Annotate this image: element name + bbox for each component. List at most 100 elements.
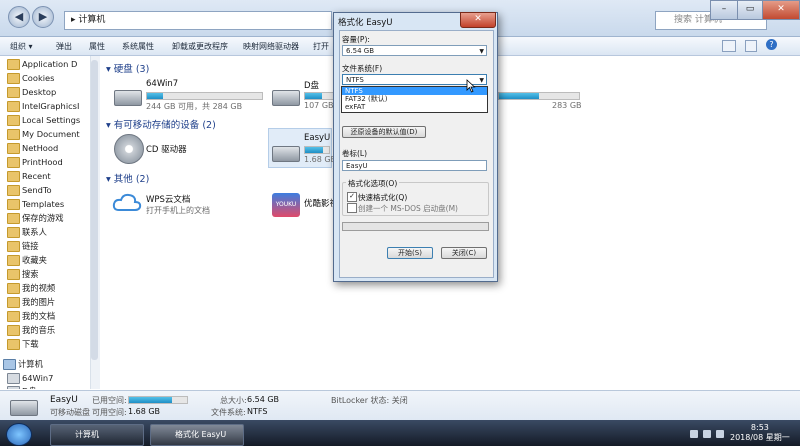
drive-usage-bar [498, 92, 580, 100]
drive-free-text: 244 GB 可用，共 284 GB [146, 102, 243, 111]
uninstall-program-button[interactable]: 卸载或更改程序 [172, 41, 228, 52]
close-button[interactable]: ✕ [762, 0, 800, 20]
nav-item[interactable]: 我的音乐 [7, 324, 55, 337]
nav-item[interactable]: IntelGraphicsI [7, 100, 79, 113]
nav-item[interactable]: 我的图片 [7, 296, 55, 309]
close-dialog-button[interactable]: 关闭(C) [441, 247, 487, 259]
folder-icon [7, 269, 20, 280]
drive-usage-fill [147, 93, 164, 99]
drive-name[interactable]: 64Win7 [146, 79, 178, 89]
network-icon[interactable] [703, 430, 711, 438]
nav-item-computer[interactable]: 计算机 [3, 358, 43, 371]
nav-item-drive[interactable]: 64Win7 [7, 372, 53, 385]
format-options-title: 格式化选项(O) [346, 178, 400, 189]
nav-item[interactable]: My Document [7, 128, 80, 141]
wps-sub: 打开手机上的文档 [146, 206, 210, 215]
folder-icon [7, 73, 20, 84]
nav-item[interactable]: 下载 [7, 338, 39, 351]
nav-item[interactable]: 保存的游戏 [7, 212, 64, 225]
nav-item[interactable]: 搜索 [7, 268, 39, 281]
nav-item[interactable]: 我的视频 [7, 282, 55, 295]
clock-time: 8:53 [750, 423, 769, 432]
address-bar[interactable]: ▸ 计算机 [64, 11, 332, 30]
volume-label-input[interactable]: EasyU [342, 160, 487, 171]
drive-icon [7, 386, 20, 389]
details-free-label: 可用空间: [92, 408, 127, 417]
details-usage-bar [128, 396, 188, 404]
dialog-close-button[interactable]: ✕ [460, 12, 496, 28]
folder-icon [7, 297, 20, 308]
drive-name[interactable]: CD 驱动器 [146, 143, 187, 155]
details-used-label: 已用空间: [92, 396, 127, 405]
open-button[interactable]: 打开 [313, 41, 329, 52]
fs-option-exfat[interactable]: exFAT [342, 103, 487, 111]
forward-arrow-icon[interactable]: ▶ [32, 6, 54, 28]
nav-item[interactable]: 联系人 [7, 226, 47, 239]
restore-defaults-button[interactable]: 还原设备的默认值(D) [342, 126, 426, 138]
filesystem-label: 文件系统(F) [342, 64, 383, 73]
taskbar-item-format[interactable]: 格式化 EasyU [150, 424, 244, 446]
nav-item[interactable]: Application D [7, 58, 77, 71]
volume-icon[interactable] [716, 430, 724, 438]
map-drive-button[interactable]: 映射网络驱动器 [243, 41, 299, 52]
nav-item[interactable]: Recent [7, 170, 51, 183]
drive-name[interactable]: D盘 [304, 79, 319, 91]
group-header-other[interactable]: ▾ 其他 (2) [106, 171, 149, 185]
msdos-checkbox[interactable] [347, 203, 357, 213]
capacity-select[interactable]: 6.54 GB ▼ [342, 45, 487, 56]
preview-pane-icon[interactable] [745, 40, 757, 52]
organize-menu[interactable]: 组织 ▾ [10, 41, 33, 52]
drive-free-text: 107 GB [304, 101, 334, 110]
start-orb-icon[interactable] [6, 423, 32, 446]
nav-item[interactable]: PrintHood [7, 156, 63, 169]
nav-item[interactable]: Desktop [7, 86, 56, 99]
properties-button[interactable]: 属性 [89, 41, 105, 52]
quick-format-checkbox[interactable]: ✓ [347, 192, 357, 202]
nav-item[interactable]: 链接 [7, 240, 39, 253]
nav-item[interactable]: Local Settings [7, 114, 80, 127]
taskbar-item-computer[interactable]: 计算机 [50, 424, 144, 446]
wps-name[interactable]: WPS云文档 [146, 193, 190, 205]
folder-icon [7, 325, 20, 336]
cloud-icon [112, 193, 142, 211]
nav-item[interactable]: 我的文档 [7, 310, 55, 323]
nav-item-drive[interactable]: D盘 [7, 385, 37, 389]
nav-scrollbar-thumb[interactable] [91, 60, 98, 360]
details-fs-value: NTFS [247, 407, 268, 416]
quick-format-label: 快速格式化(Q) [358, 193, 408, 202]
nav-item[interactable]: 收藏夹 [7, 254, 47, 267]
system-properties-button[interactable]: 系统属性 [122, 41, 154, 52]
nav-item[interactable]: SendTo [7, 184, 52, 197]
folder-icon [7, 255, 20, 266]
group-header-removable[interactable]: ▾ 有可移动存储的设备 (2) [106, 117, 216, 131]
tray-icon[interactable] [690, 430, 698, 438]
folder-icon [7, 185, 20, 196]
capacity-label: 容量(P): [342, 35, 370, 44]
nav-item[interactable]: Templates [7, 198, 64, 211]
fs-option-fat32[interactable]: FAT32 (默认) [342, 95, 487, 103]
start-button[interactable]: 开始(S) [387, 247, 433, 259]
details-fs-label: 文件系统: [211, 408, 246, 417]
address-path: ▸ 计算机 [71, 15, 106, 25]
eject-button[interactable]: 弹出 [56, 41, 72, 52]
drive-usage-fill [499, 93, 539, 99]
clock[interactable]: 8:53 2018/08 星期一 [730, 423, 790, 443]
folder-icon [7, 241, 20, 252]
drive-icon [114, 90, 142, 106]
drive-free-text: 283 GB [552, 101, 582, 110]
minimize-button[interactable]: – [710, 0, 738, 20]
view-icon[interactable] [722, 40, 736, 52]
folder-icon [7, 143, 20, 154]
chevron-down-icon: ▼ [479, 48, 484, 55]
nav-item[interactable]: NetHood [7, 142, 58, 155]
group-header-hdd[interactable]: ▾ 硬盘 (3) [106, 61, 149, 75]
usb-drive-icon [272, 146, 300, 162]
back-arrow-icon[interactable]: ◀ [8, 6, 30, 28]
drive-name[interactable]: EasyU [304, 133, 330, 143]
nav-item[interactable]: Cookies [7, 72, 54, 85]
drive-usage-bar [146, 92, 263, 100]
clock-date: 2018/08 星期一 [730, 433, 790, 442]
help-icon[interactable]: ? [766, 39, 777, 50]
folder-icon [7, 115, 20, 126]
maximize-button[interactable]: ▭ [737, 0, 763, 20]
